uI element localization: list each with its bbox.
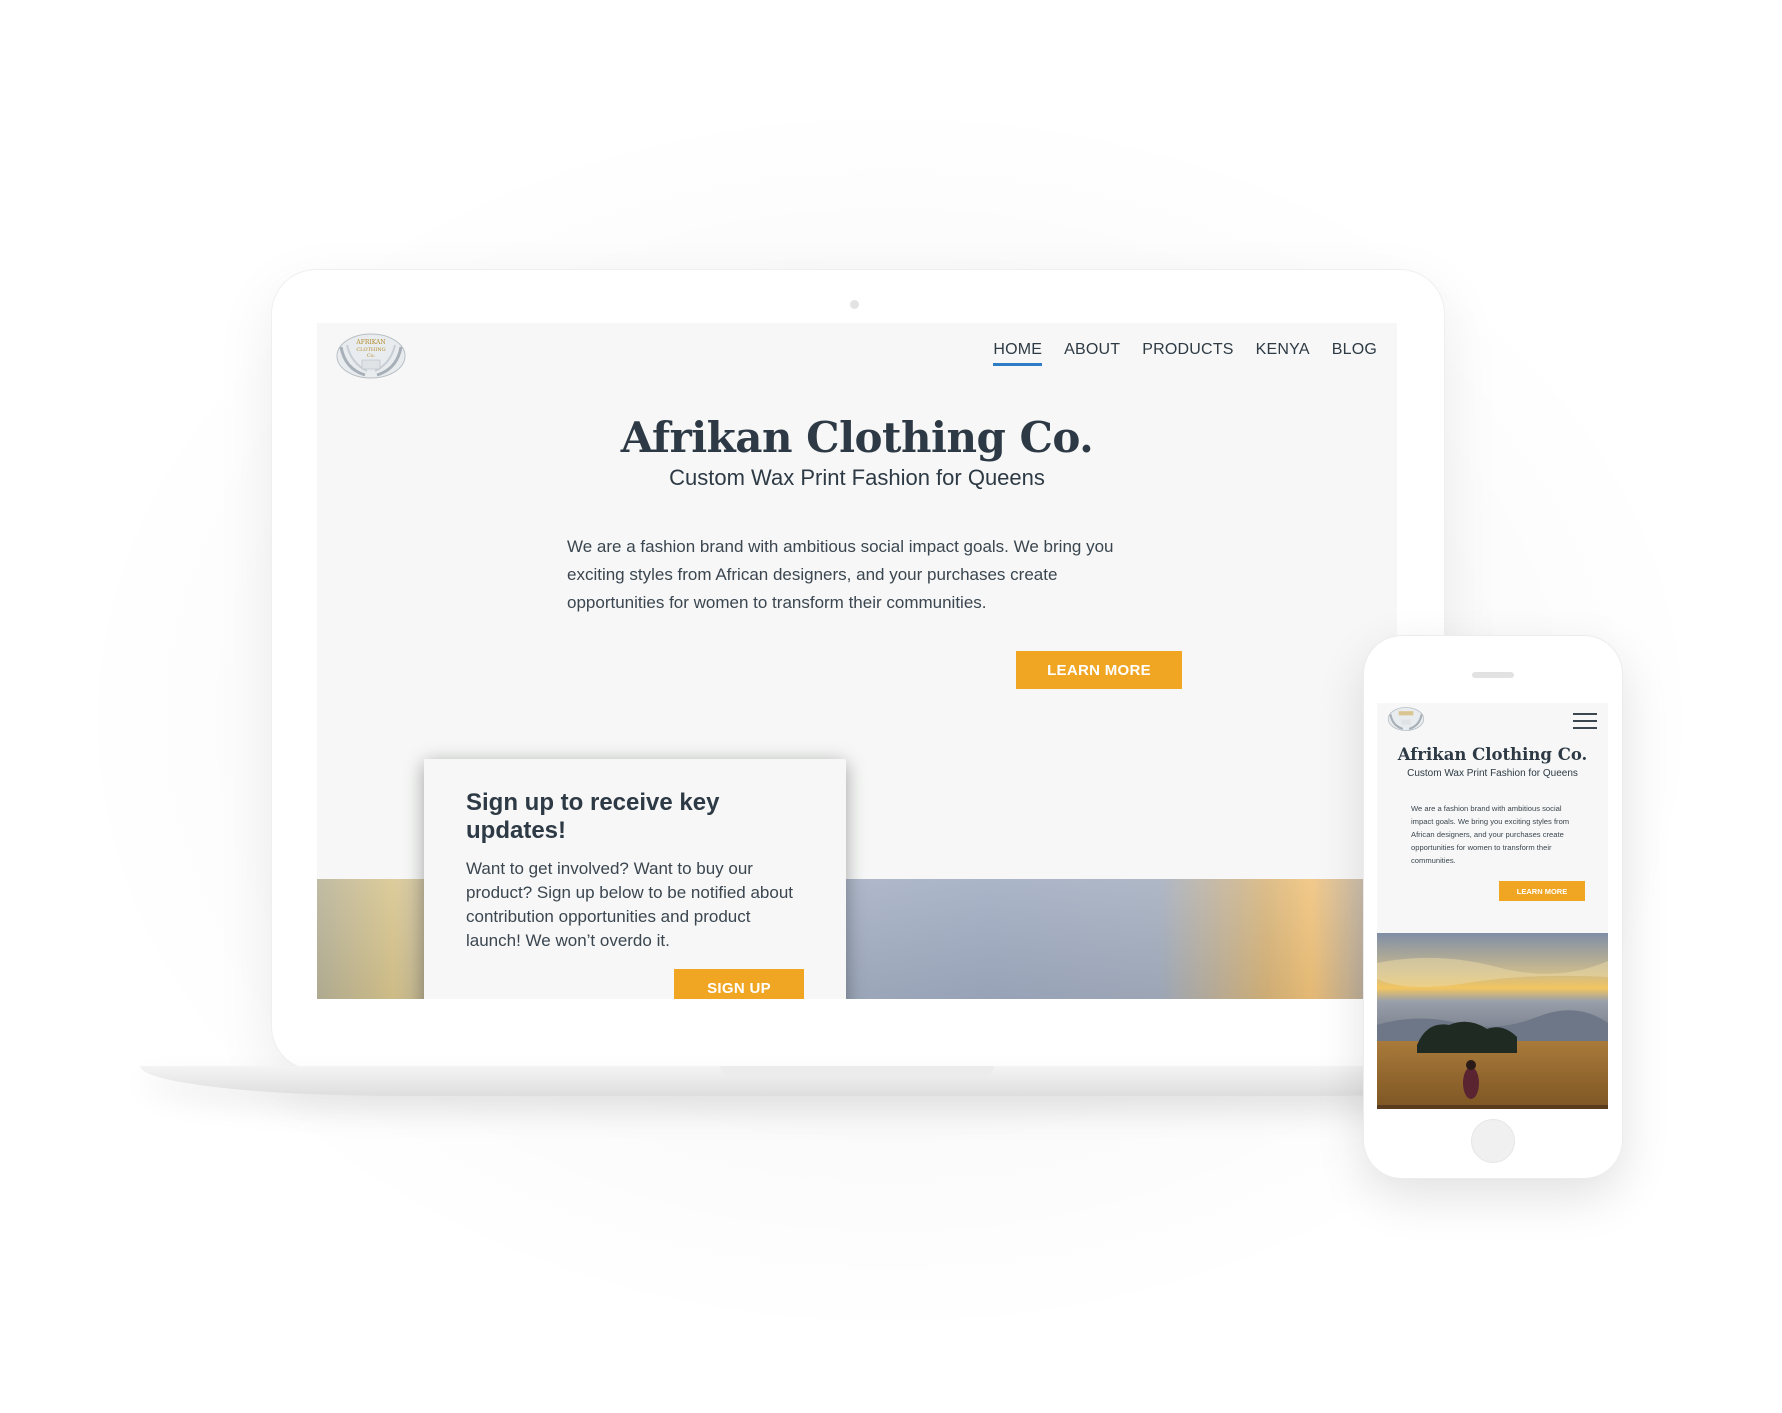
learn-more-button[interactable]: LEARN MORE — [1016, 651, 1182, 689]
laptop-notch — [720, 1066, 994, 1076]
desktop-screen: AFRIKAN CLOTHING Co. HOME ABOUT PRODUCTS… — [317, 323, 1397, 999]
laptop-camera — [850, 300, 859, 309]
signup-description: Want to get involved? Want to buy our pr… — [466, 859, 794, 950]
mobile-hero-subtitle: Custom Wax Print Fashion for Queens — [1407, 768, 1578, 779]
hero-description: We are a fashion brand with ambitious so… — [567, 537, 1114, 612]
signup-card: Sign up to receive key updates! Want to … — [424, 759, 846, 999]
mobile-brand-logo[interactable] — [1387, 707, 1425, 731]
device-mockup-stage: AFRIKAN CLOTHING Co. HOME ABOUT PRODUCTS… — [0, 0, 1782, 1413]
savanna-sunset-photo — [1377, 933, 1608, 1109]
hamburger-menu-icon[interactable] — [1573, 713, 1597, 729]
nav-item-home[interactable]: HOME — [993, 341, 1043, 366]
signup-title: Sign up to receive key updates! — [466, 789, 720, 844]
hero-title: Afrikan Clothing Co. — [620, 413, 1094, 462]
nav-item-blog[interactable]: BLOG — [1332, 341, 1377, 366]
logo-text-line-1: AFRIKAN — [355, 339, 385, 346]
phone-home-button[interactable] — [1471, 1119, 1515, 1163]
mobile-learn-more-button[interactable]: LEARN MORE — [1499, 881, 1585, 901]
mobile-screen: Afrikan Clothing Co. Custom Wax Print Fa… — [1377, 703, 1608, 1109]
nav-item-kenya[interactable]: KENYA — [1256, 341, 1310, 366]
phone-speaker — [1472, 672, 1514, 678]
mobile-hero-title: Afrikan Clothing Co. — [1397, 745, 1588, 764]
mobile-hero-description: We are a fashion brand with ambitious so… — [1411, 804, 1570, 865]
sign-up-button[interactable]: SIGN UP — [674, 969, 804, 999]
nav-item-about[interactable]: ABOUT — [1064, 341, 1120, 366]
nav-item-products[interactable]: PRODUCTS — [1142, 341, 1233, 366]
brand-logo[interactable]: AFRIKAN CLOTHING Co. — [335, 333, 407, 379]
logo-text-line-3: Co. — [367, 353, 376, 359]
hero-subtitle: Custom Wax Print Fashion for Queens — [669, 465, 1045, 490]
main-nav: HOME ABOUT PRODUCTS KENYA BLOG — [993, 341, 1377, 366]
